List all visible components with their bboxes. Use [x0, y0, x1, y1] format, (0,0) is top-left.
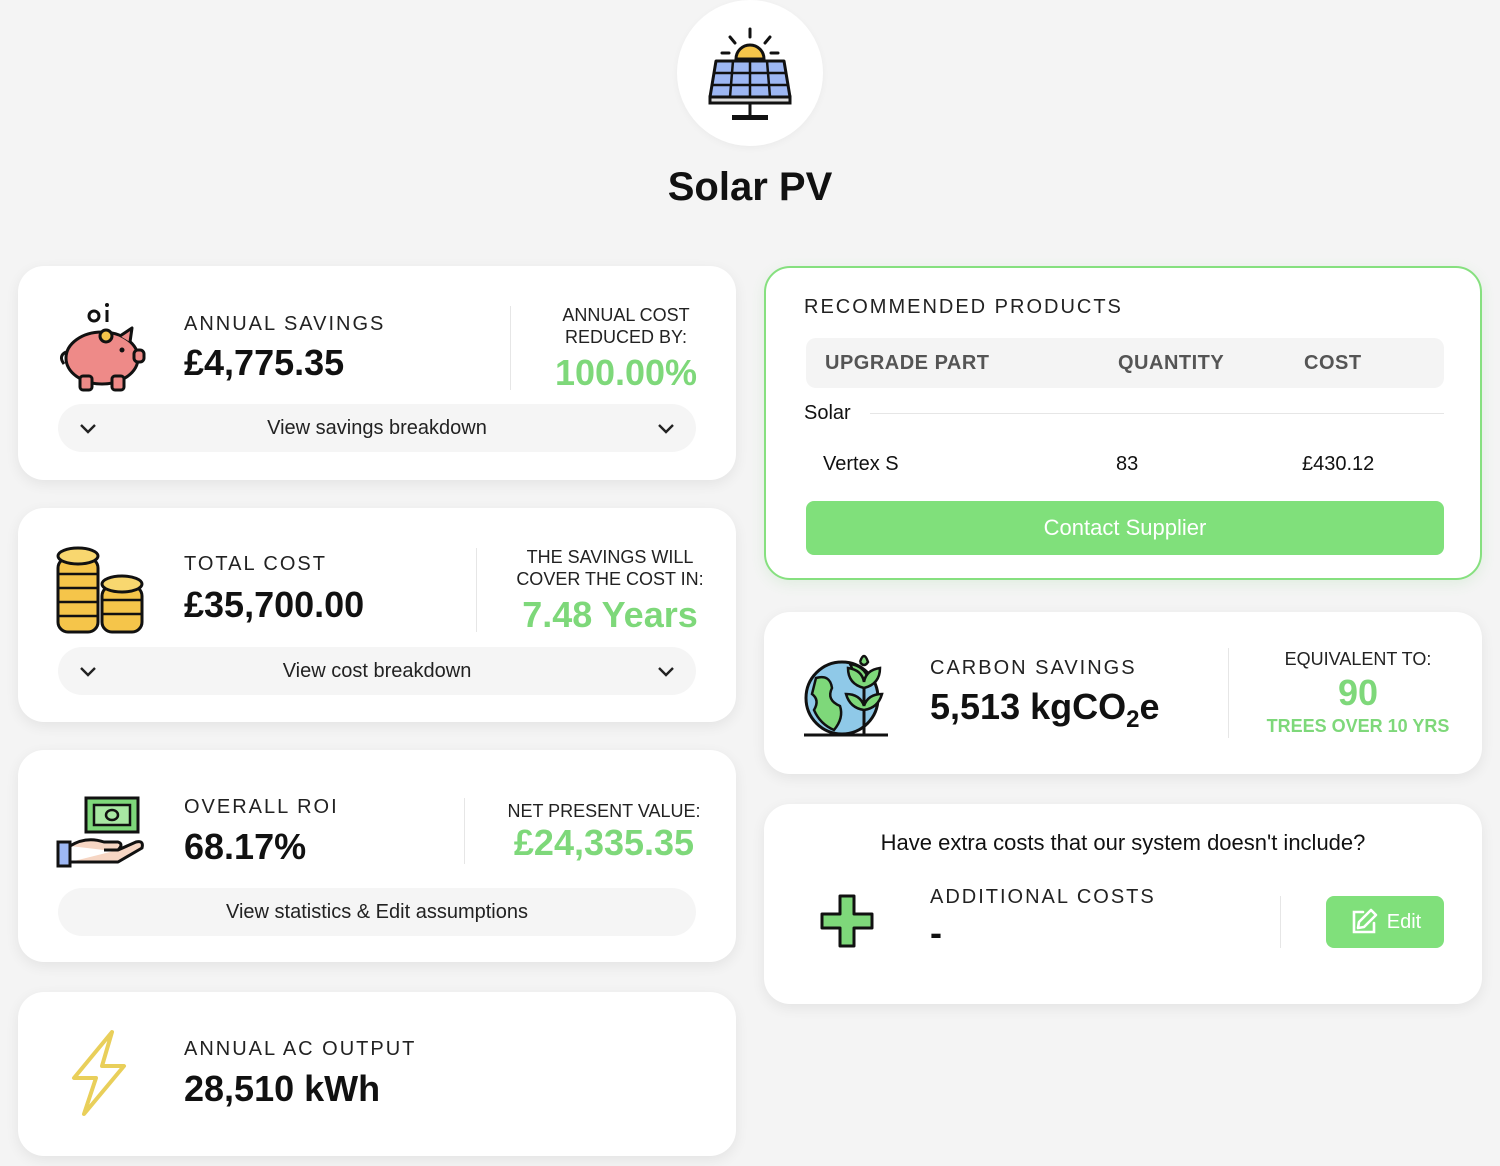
divider: [476, 548, 477, 632]
view-savings-breakdown-button[interactable]: View savings breakdown: [58, 404, 696, 452]
additional-costs-card: Have extra costs that our system doesn't…: [764, 804, 1482, 1004]
view-cost-breakdown-button[interactable]: View cost breakdown: [58, 647, 696, 695]
cash-in-hand-icon: [56, 796, 144, 868]
column-header-quantity: QUANTITY: [1118, 352, 1225, 374]
total-cost-value: £35,700.00: [184, 584, 365, 625]
equivalent-to-label: EQUIVALENT TO:: [1284, 649, 1432, 669]
total-cost-card: TOTAL COST £35,700.00 THE SAVINGS WILL C…: [18, 508, 736, 722]
edit-pencil-icon: [1352, 908, 1378, 934]
earth-plant-icon: [804, 654, 888, 737]
carbon-savings-suffix: e: [1139, 686, 1160, 727]
contact-supplier-button[interactable]: Contact Supplier: [806, 501, 1444, 555]
overall-roi-value: 68.17%: [184, 826, 307, 867]
plus-icon: [820, 894, 874, 948]
product-quantity: 83: [1116, 453, 1139, 475]
additional-costs-label: ADDITIONAL COSTS: [930, 886, 1156, 908]
piggy-bank-icon: [59, 303, 146, 392]
view-statistics-label: View statistics & Edit assumptions: [226, 900, 528, 923]
view-cost-breakdown-label: View cost breakdown: [282, 659, 472, 682]
overall-roi-card: OVERALL ROI 68.17% NET PRESENT VALUE: £2…: [18, 750, 736, 962]
chevron-down-icon: [80, 424, 96, 434]
savings-cover-cost-label: THE SAVINGS WILL COVER THE COST IN:: [516, 547, 704, 589]
annual-cost-reduced: ANNUAL COST REDUCED BY: 100.00%: [538, 304, 714, 394]
savings-cover-cost: THE SAVINGS WILL COVER THE COST IN: 7.48…: [506, 546, 714, 636]
lightning-bolt-icon: [72, 1030, 126, 1116]
carbon-savings-number: 5,513 kgCO: [930, 686, 1127, 727]
carbon-savings-value: 5,513 kgCO2e: [930, 686, 1160, 734]
product-part: Vertex S: [823, 453, 899, 475]
view-statistics-button[interactable]: View statistics & Edit assumptions: [58, 888, 696, 936]
chevron-down-icon: [80, 667, 96, 677]
annual-cost-reduced-label: ANNUAL COST REDUCED BY:: [562, 305, 690, 347]
annual-ac-output-value: 28,510 kWh: [184, 1068, 381, 1109]
edit-button-label: Edit: [1386, 910, 1422, 933]
carbon-savings-card: CARBON SAVINGS 5,513 kgCO2e EQUIVALENT T…: [764, 612, 1482, 774]
equivalent-to: EQUIVALENT TO: 90 TREES OVER 10 YRS: [1258, 648, 1458, 737]
annual-ac-output-card: ANNUAL AC OUTPUT 28,510 kWh: [18, 992, 736, 1156]
view-savings-breakdown-label: View savings breakdown: [267, 416, 487, 439]
annual-savings-value: £4,775.35: [184, 342, 345, 383]
chevron-down-icon: [658, 667, 674, 677]
net-present-value-value: £24,335.35: [513, 822, 695, 863]
solar-panel-icon: [708, 27, 792, 120]
carbon-savings-subscript: 2: [1126, 706, 1140, 734]
divider: [510, 306, 511, 390]
divider: [1280, 896, 1281, 948]
divider: [1228, 648, 1229, 738]
products-table-header: UPGRADE PART QUANTITY COST: [806, 338, 1444, 388]
carbon-savings-label: CARBON SAVINGS: [930, 657, 1137, 679]
chevron-down-icon: [658, 424, 674, 434]
edit-button[interactable]: Edit: [1326, 896, 1444, 948]
overall-roi-label: OVERALL ROI: [184, 796, 339, 818]
recommended-products-card: RECOMMENDED PRODUCTS UPGRADE PART QUANTI…: [764, 266, 1482, 580]
annual-ac-output-label: ANNUAL AC OUTPUT: [184, 1038, 417, 1060]
recommended-products-title: RECOMMENDED PRODUCTS: [804, 296, 1123, 318]
header-icon-circle: [677, 0, 823, 146]
equivalent-to-value: 90: [1337, 672, 1379, 713]
extra-costs-question: Have extra costs that our system doesn't…: [880, 830, 1366, 855]
group-divider: [870, 413, 1444, 414]
annual-savings-card: ANNUAL SAVINGS £4,775.35 ANNUAL COST RED…: [18, 266, 736, 480]
total-cost-label: TOTAL COST: [184, 553, 327, 575]
product-group-label: Solar: [804, 402, 851, 424]
annual-cost-reduced-value: 100.00%: [554, 352, 698, 393]
page-title: Solar PV: [667, 165, 833, 209]
net-present-value-label: NET PRESENT VALUE:: [507, 801, 701, 821]
column-header-cost: COST: [1304, 352, 1362, 374]
coins-stack-icon: [56, 546, 144, 634]
product-cost: £430.12: [1302, 453, 1375, 475]
annual-savings-label: ANNUAL SAVINGS: [184, 313, 386, 335]
savings-cover-cost-value: 7.48 Years: [522, 594, 698, 635]
equivalent-to-caption: TREES OVER 10 YRS: [1266, 716, 1450, 736]
net-present-value: NET PRESENT VALUE: £24,335.35: [494, 800, 714, 864]
divider: [464, 798, 465, 864]
column-header-upgrade-part: UPGRADE PART: [825, 352, 990, 374]
additional-costs-value: -: [930, 912, 942, 953]
